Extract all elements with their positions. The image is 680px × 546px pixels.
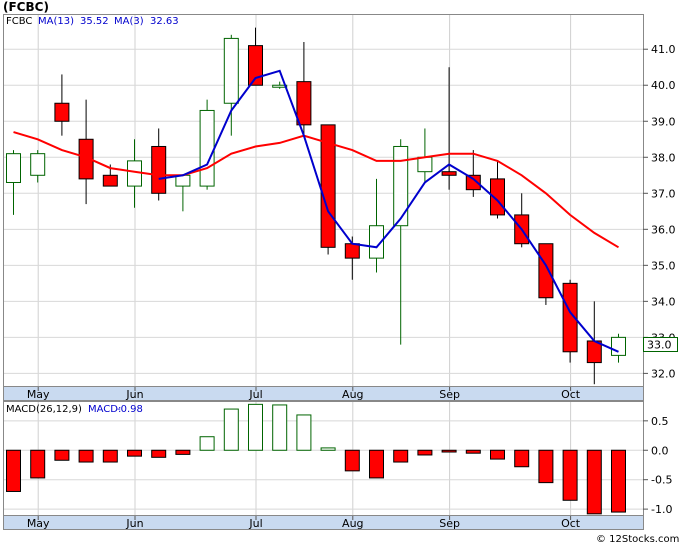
macd-bar [562,449,578,501]
price-x-tick-label: Jul [248,388,262,401]
legend-ma13-label: MA(13) [38,16,74,27]
stock-chart-canvas: 32.0 33.0 34.0 35.0 36.0 37.0 38.0 39.0 40.0 41.0… [3,14,679,545]
candle-body [6,153,21,183]
macd-bar [151,449,167,458]
macd-bar [78,449,94,463]
macd-bar [320,447,336,451]
macd-bar [417,449,433,456]
candle-body [611,336,626,356]
price-x-tick-label: Jun [125,388,143,401]
macd-x-tick-label: May [27,517,50,530]
price-y-tick-label: 38.0 [651,151,676,164]
macd-bar [514,449,530,468]
macd-bar [6,449,21,492]
macd-bar [611,449,626,513]
macd-bar [393,449,409,463]
candle-body [538,243,554,299]
price-y-tick-label: 41.0 [651,43,676,56]
macd-x-tick-label: Jul [248,517,262,530]
macd-bar [490,449,505,460]
price-y-tick-label: 35.0 [651,259,676,272]
macd-y-tick-label: -1.0 [651,503,672,516]
legend-symbol: FCBC [6,16,32,27]
macd-bar [199,436,215,451]
legend-ma3-label: MA(3) [114,16,144,27]
macd-x-tick-label: Oct [561,517,581,530]
candle-body [127,160,142,187]
price-y-tick-label: 32.0 [651,367,676,380]
price-x-tick-label: May [27,388,50,401]
macd-y-tick-label: 0.0 [651,444,669,457]
price-y-tick-label: 34.0 [651,295,676,308]
macd-y-axis: 0.5 0.0 -0.5 -1.0 [643,415,672,516]
macd-bar [441,449,457,453]
price-month-band [3,386,644,401]
legend-macd-params: MACD(26,12,9) [6,404,82,415]
macd-bar [296,414,312,451]
candle-body [223,37,239,104]
macd-bar [223,408,239,451]
candle-body [393,145,409,227]
price-y-tick-label: 40.0 [651,79,676,92]
macd-bar [586,449,602,515]
macd-month-band [3,515,644,530]
legend-ma13-value: 35.52 [80,16,109,27]
candle-body [441,171,457,176]
macd-bar [538,449,554,484]
candle-body [102,174,118,187]
macd-bar [175,449,191,455]
macd-bar [54,449,70,461]
candle-body [296,81,312,126]
macd-bar [344,449,360,472]
last-price-label: 33.0 [647,339,672,352]
price-x-tick-label: Oct [561,388,581,401]
candle-body [30,153,46,176]
candle-body [417,156,433,173]
legend-macd-value: -0.98 [117,404,143,415]
price-y-tick-label: 36.0 [651,223,676,236]
price-y-axis: 32.0 33.0 34.0 35.0 36.0 37.0 38.0 39.0 40.0 41.0 [643,43,676,380]
macd-x-tick-label: Sep [439,517,460,530]
macd-bar [465,449,481,454]
macd-x-tick-label: Jun [125,517,143,530]
price-y-tick-label: 37.0 [651,187,676,200]
macd-bar [30,449,46,479]
candle-body [54,102,70,122]
macd-x-tick-label: Aug [342,517,363,530]
price-x-tick-label: Sep [439,388,460,401]
macd-bar [272,404,288,451]
price-y-tick-label: 39.0 [651,115,676,128]
macd-bar [127,449,142,457]
macd-bar [248,403,263,451]
macd-bar [369,449,384,479]
macd-y-tick-label: -0.5 [651,474,672,487]
macd-bar [102,449,118,463]
candle-body [199,109,215,187]
macd-y-tick-label: 0.5 [651,415,669,428]
price-x-tick-label: Aug [342,388,363,401]
legend-ma3-value: 32.63 [150,16,179,27]
candle-body [344,243,360,259]
credit-text: © 12Stocks.com [596,534,679,545]
candle-body [151,145,167,194]
